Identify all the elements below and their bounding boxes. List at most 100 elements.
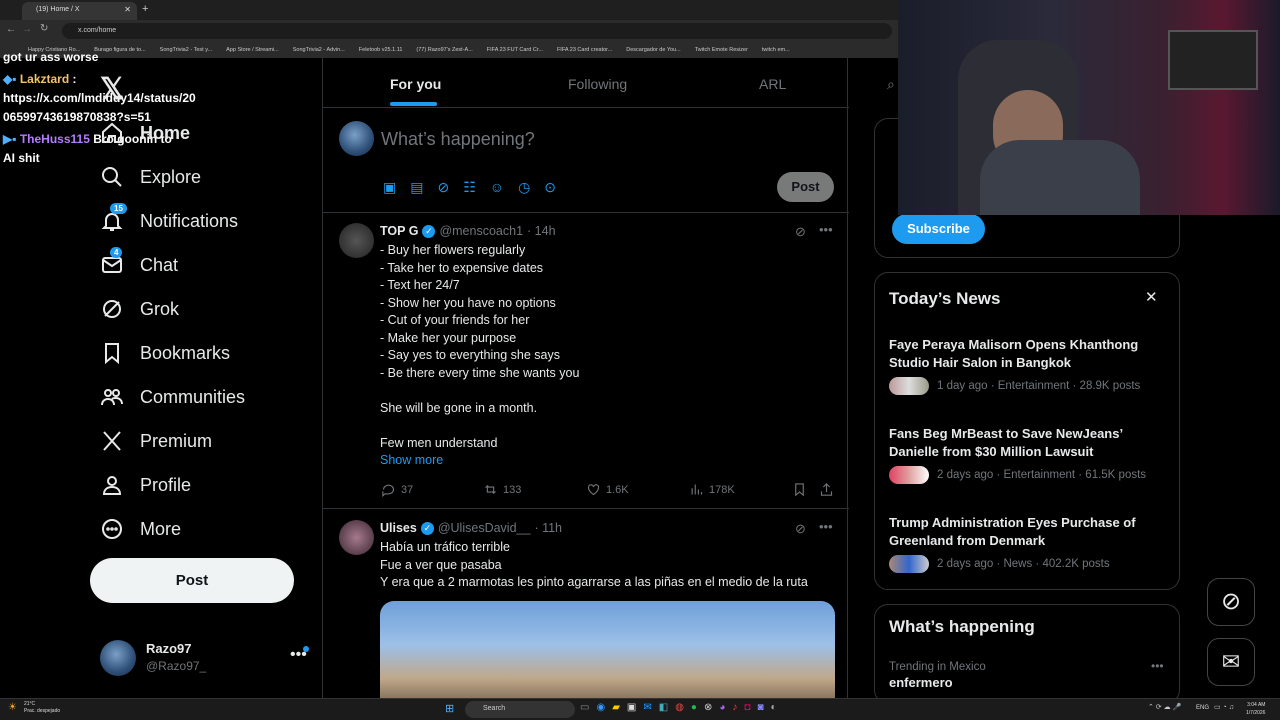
- xbox-icon[interactable]: ⊗: [704, 702, 712, 713]
- subscribe-button[interactable]: Subscribe: [892, 214, 985, 244]
- steam-icon[interactable]: ◐: [771, 702, 777, 713]
- photos-icon[interactable]: ◧: [659, 702, 668, 713]
- windows-start-icon[interactable]: ⊞: [445, 702, 454, 715]
- trend-name[interactable]: enfermero: [889, 675, 953, 690]
- nav-grok[interactable]: Grok: [100, 295, 179, 323]
- clock[interactable]: 3:04 AM 1/7/2026: [1246, 701, 1265, 717]
- repost-button[interactable]: 133: [483, 482, 521, 497]
- reload-icon[interactable]: ↻: [40, 23, 48, 34]
- schedule-icon[interactable]: ◷: [518, 179, 530, 196]
- tweet-time[interactable]: · 11h: [534, 521, 562, 535]
- close-tab-icon[interactable]: ✕: [124, 5, 131, 14]
- emoji-icon[interactable]: ☺: [490, 179, 504, 196]
- chrome-icon[interactable]: ◍: [675, 702, 684, 713]
- post-button[interactable]: Post: [90, 558, 294, 603]
- bookmark-item[interactable]: FIFA 23 FUT Card Cr...: [487, 47, 543, 53]
- mail-app-icon[interactable]: ✉: [643, 702, 651, 713]
- bookmark-button[interactable]: [792, 482, 812, 497]
- todays-news-card: Today’s News ✕ Faye Peraya Malisorn Open…: [874, 272, 1180, 590]
- bookmark-item[interactable]: Burago figura de to...: [94, 47, 145, 53]
- nav-more[interactable]: More: [100, 515, 181, 543]
- x-logo-icon[interactable]: 𝕏: [100, 72, 124, 107]
- bookmark-item[interactable]: Feletoob v25.1.11: [359, 47, 403, 53]
- nav-profile[interactable]: Profile: [100, 471, 191, 499]
- bookmark-item[interactable]: Descargador de You...: [626, 47, 680, 53]
- weather-icon[interactable]: ☀: [8, 702, 17, 713]
- news-item[interactable]: Faye Peraya Malisorn Opens Khanthong Stu…: [889, 336, 1169, 395]
- bookmark-item[interactable]: App Store / Streami...: [226, 47, 279, 53]
- new-tab-icon[interactable]: +: [142, 3, 148, 15]
- location-icon[interactable]: ⊙: [544, 179, 556, 196]
- nav-notifications[interactable]: 15 Notifications: [100, 203, 238, 235]
- task-view-icon[interactable]: ▭: [580, 702, 589, 713]
- browser-tab[interactable]: (19) Home / X ✕: [22, 2, 137, 20]
- news-item[interactable]: Trump Administration Eyes Purchase of Gr…: [889, 514, 1169, 573]
- bookmark-item[interactable]: SongTrivia2 - Test y...: [160, 47, 212, 53]
- tweet-handle[interactable]: @menscoach1: [439, 224, 523, 238]
- grok-icon[interactable]: ⊘: [437, 179, 449, 196]
- tray-icons[interactable]: ⌃ ⟳ ☁ 🎤: [1148, 703, 1181, 711]
- tweet-avatar[interactable]: [339, 223, 374, 258]
- search-icon[interactable]: ⌕: [887, 76, 895, 93]
- bookmark-item[interactable]: twitch em...: [762, 47, 790, 53]
- system-tray-icons[interactable]: ▭ ◔ ♫: [1214, 703, 1234, 711]
- teams-icon[interactable]: ◙: [757, 702, 763, 713]
- tweet-handle[interactable]: @UlisesDavid__: [438, 521, 531, 535]
- reply-button[interactable]: 37: [381, 482, 413, 497]
- instagram-icon[interactable]: ◘: [744, 702, 750, 713]
- store-icon[interactable]: ▣: [627, 702, 636, 713]
- tab-for-you[interactable]: For you: [390, 76, 441, 92]
- spotify-icon[interactable]: ●: [691, 702, 697, 713]
- more-icon[interactable]: •••: [819, 222, 833, 237]
- weather-widget[interactable]: 21°C Prac. despejado: [24, 701, 60, 715]
- nav-chat[interactable]: 4 Chat: [100, 247, 178, 279]
- image-icon[interactable]: ▣: [383, 179, 396, 196]
- composer-post-button[interactable]: Post: [777, 172, 834, 202]
- tweet-line: - Buy her flowers regularly: [380, 243, 526, 257]
- poll-icon[interactable]: ☷: [463, 179, 476, 196]
- more-icon[interactable]: •••: [819, 519, 833, 534]
- grok-icon: [103, 300, 121, 318]
- folder-icon[interactable]: ▰: [612, 702, 620, 713]
- url-field[interactable]: x.com/home: [62, 23, 892, 39]
- music-icon[interactable]: ♪: [732, 702, 737, 713]
- bookmark-item[interactable]: Twitch Emote Resizer: [695, 47, 748, 53]
- nav-home[interactable]: Home: [100, 119, 190, 147]
- news-item[interactable]: Fans Beg MrBeast to Save NewJeans’ Danie…: [889, 425, 1169, 484]
- share-button[interactable]: [819, 482, 839, 497]
- tweet-avatar[interactable]: [339, 520, 374, 555]
- tab-following[interactable]: Following: [568, 76, 627, 92]
- tab-arl[interactable]: ARL: [759, 76, 786, 92]
- show-more-link[interactable]: Show more: [380, 452, 840, 470]
- discord-icon[interactable]: ◕: [719, 702, 725, 713]
- account-avatar[interactable]: [100, 640, 136, 676]
- nav-bookmarks[interactable]: Bookmarks: [100, 339, 230, 367]
- bookmark-item[interactable]: SongTrivia2 - Advin...: [293, 47, 345, 53]
- bookmark-item[interactable]: (77) Razo97's Zest-A...: [416, 47, 472, 53]
- nav-communities[interactable]: Communities: [100, 383, 245, 411]
- bookmark-item[interactable]: FIFA 23 Card creator...: [557, 47, 612, 53]
- tweet-author[interactable]: TOP G: [380, 224, 418, 238]
- close-icon[interactable]: ✕: [1145, 288, 1158, 306]
- tweet-line: Y era que a 2 marmotas les pinto agarrar…: [380, 575, 808, 589]
- grok-icon[interactable]: ⊘: [795, 224, 806, 240]
- grok-icon[interactable]: ⊘: [795, 521, 806, 537]
- tweet-time[interactable]: · 14h: [527, 224, 556, 238]
- messages-fab[interactable]: ✉: [1207, 638, 1255, 686]
- language-indicator[interactable]: ENG: [1196, 705, 1209, 711]
- grok-fab[interactable]: ⊘: [1207, 578, 1255, 626]
- taskbar-search[interactable]: Search: [465, 701, 575, 718]
- forward-icon[interactable]: →: [22, 24, 32, 35]
- composer-input[interactable]: What’s happening?: [381, 129, 535, 150]
- back-icon[interactable]: ←: [6, 24, 16, 35]
- tweet-author[interactable]: Ulises: [380, 521, 417, 535]
- views-button[interactable]: 178K: [689, 482, 735, 497]
- nav-premium[interactable]: Premium: [100, 427, 212, 455]
- tweet-media[interactable]: [380, 601, 835, 698]
- gif-icon[interactable]: ▤: [410, 179, 423, 196]
- streamer-body: [980, 140, 1140, 215]
- edge-icon[interactable]: ◉: [596, 702, 605, 713]
- nav-explore[interactable]: Explore: [100, 163, 201, 191]
- like-button[interactable]: 1.6K: [586, 482, 629, 497]
- trend-more-icon[interactable]: •••: [1151, 659, 1164, 673]
